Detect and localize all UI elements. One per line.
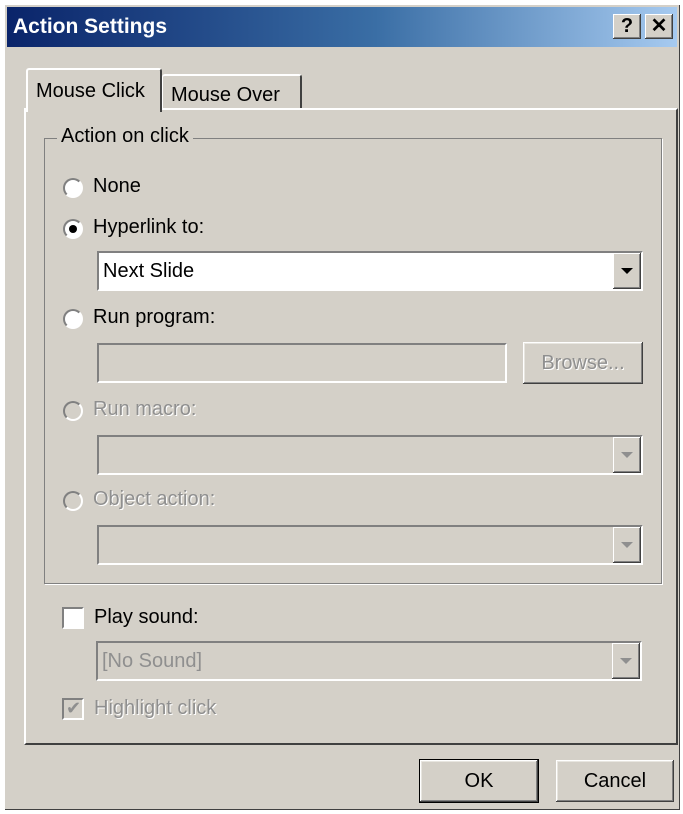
dialog-title: Action Settings <box>13 15 168 38</box>
check-icon: ✔ <box>66 698 82 718</box>
tab-mouse-over[interactable]: Mouse Over <box>162 74 302 110</box>
run-program-input[interactable] <box>97 343 507 383</box>
close-button[interactable]: ✕ <box>645 14 673 39</box>
tab-label: Mouse Over <box>171 84 280 106</box>
browse-button-label: Browse... <box>541 352 625 374</box>
action-on-click-group: Action on click None Hyperlink to: Next … <box>44 125 662 584</box>
sound-select-value: [No Sound] <box>102 650 203 672</box>
sound-dropdown-button[interactable] <box>612 643 640 679</box>
chevron-down-icon <box>621 542 633 548</box>
run-macro-select[interactable] <box>97 435 643 475</box>
cancel-button[interactable]: Cancel <box>556 760 674 802</box>
hyperlink-select[interactable]: Next Slide <box>97 251 643 291</box>
help-button[interactable]: ? <box>613 14 641 39</box>
radio-none-label[interactable]: None <box>93 175 141 198</box>
browse-button[interactable]: Browse... <box>523 342 643 384</box>
group-label: Action on click <box>57 125 193 148</box>
object-action-dropdown-button[interactable] <box>613 527 641 563</box>
tab-mouse-click[interactable]: Mouse Click <box>26 68 162 112</box>
radio-hyperlink[interactable] <box>63 219 83 239</box>
close-icon: ✕ <box>650 15 668 37</box>
radio-run-program[interactable] <box>63 309 83 329</box>
help-icon: ? <box>620 15 634 37</box>
hyperlink-select-value: Next Slide <box>103 260 195 282</box>
radio-run-program-label[interactable]: Run program: <box>93 306 215 329</box>
ok-button-label: OK <box>464 770 494 792</box>
tab-label: Mouse Click <box>36 80 145 102</box>
highlight-click-checkbox[interactable]: ✔ <box>62 698 84 720</box>
play-sound-label[interactable]: Play sound: <box>94 606 199 629</box>
hyperlink-dropdown-button[interactable] <box>613 253 641 289</box>
radio-none[interactable] <box>63 178 83 198</box>
sound-select[interactable]: [No Sound] <box>96 641 642 681</box>
title-bar[interactable]: Action Settings ? ✕ <box>7 7 677 47</box>
radio-object-action[interactable] <box>63 491 83 511</box>
tab-panel: Action on click None Hyperlink to: Next … <box>24 108 678 745</box>
chevron-down-icon <box>621 268 633 274</box>
radio-hyperlink-label[interactable]: Hyperlink to: <box>93 216 204 239</box>
radio-object-action-label[interactable]: Object action: <box>93 488 215 511</box>
chevron-down-icon <box>620 658 632 664</box>
chevron-down-icon <box>621 452 633 458</box>
object-action-select[interactable] <box>97 525 643 565</box>
radio-selected-dot <box>69 225 77 233</box>
highlight-click-label[interactable]: Highlight click <box>94 697 216 720</box>
cancel-button-label: Cancel <box>583 770 647 792</box>
play-sound-checkbox[interactable] <box>62 607 84 629</box>
ok-button[interactable]: OK <box>419 759 539 803</box>
radio-run-macro[interactable] <box>63 401 83 421</box>
action-settings-dialog: Action Settings ? ✕ Mouse Click Mouse Ov… <box>4 4 680 810</box>
run-macro-dropdown-button[interactable] <box>613 437 641 473</box>
radio-run-macro-label[interactable]: Run macro: <box>93 398 196 421</box>
